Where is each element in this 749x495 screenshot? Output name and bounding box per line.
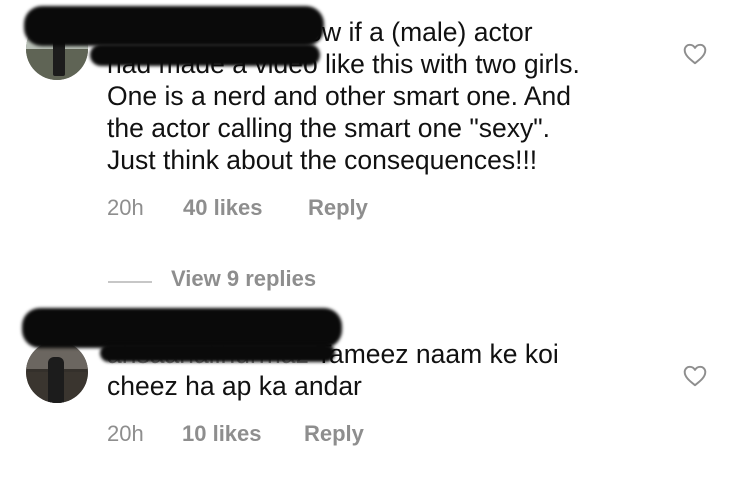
replies-divider — [108, 281, 152, 283]
comment-2: ahsaanalihurmaz Tameez naam ke koi cheez… — [0, 300, 749, 495]
commenter-avatar[interactable] — [26, 341, 88, 403]
comment-body-start: Now if a (male) actor — [288, 17, 533, 47]
comment-line-2: cheez ha ap ka andar — [107, 371, 362, 401]
comment-time: 20h — [107, 195, 144, 220]
comment-line-3: One is a nerd and other smart one. And — [107, 81, 572, 111]
comment-body-start: Tameez naam ke koi — [315, 339, 559, 369]
likes-count[interactable]: 40 likes — [183, 195, 263, 221]
username-redaction-tail — [90, 44, 320, 66]
avatar-figure — [48, 357, 64, 403]
heart-outline-icon[interactable] — [682, 41, 708, 67]
comment-line-4: the actor calling the smart one "sexy". — [107, 113, 551, 143]
comment-line-5: Just think about the consequences!!! — [107, 145, 538, 175]
view-replies-label: View 9 replies — [171, 266, 317, 291]
heart-outline-icon[interactable] — [682, 363, 708, 389]
comment-time: 20h — [107, 421, 144, 446]
reply-button[interactable]: Reply — [304, 421, 364, 447]
username-redaction-tail — [100, 344, 335, 362]
comment-1: saimtaimur786 Now if a (male) actor had … — [0, 0, 749, 240]
reply-button[interactable]: Reply — [308, 195, 368, 221]
username-redaction — [22, 308, 342, 348]
likes-count[interactable]: 10 likes — [182, 421, 262, 447]
username-redaction — [24, 6, 324, 46]
